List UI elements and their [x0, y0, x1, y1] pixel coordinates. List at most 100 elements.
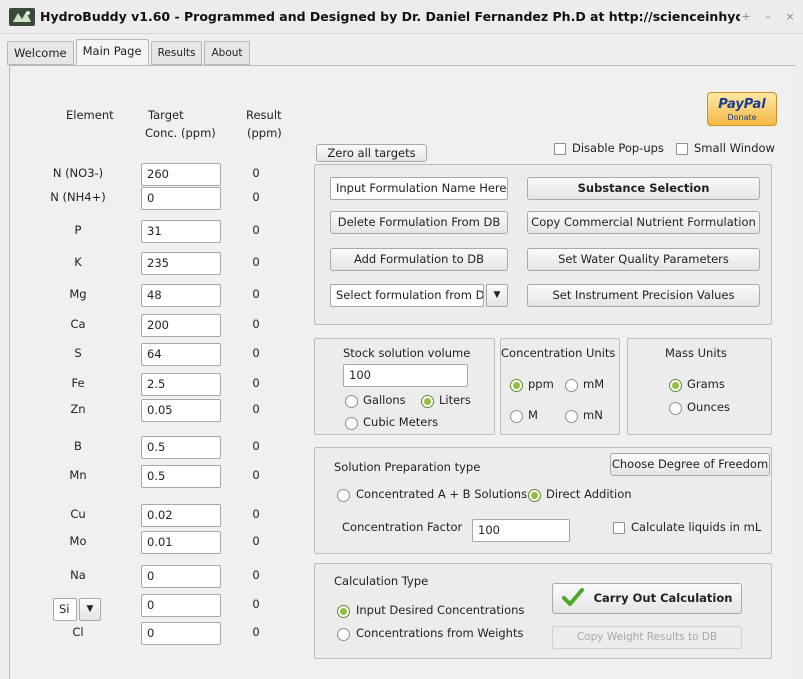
header-element: Element: [66, 108, 114, 122]
water-quality-button[interactable]: Set Water Quality Parameters: [527, 248, 760, 271]
cubic-meters-radio[interactable]: [345, 417, 358, 430]
result-value: 0: [252, 287, 260, 301]
direct-addition-radio[interactable]: [528, 489, 541, 502]
result-value: 0: [252, 317, 260, 331]
target-concentration-input[interactable]: 0.01: [141, 531, 221, 554]
target-concentration-input[interactable]: 2.5: [141, 373, 221, 396]
close-icon[interactable]: ×: [783, 10, 797, 23]
cubic-meters-label: Cubic Meters: [363, 415, 439, 429]
liters-radio[interactable]: [421, 395, 434, 408]
target-concentration-input[interactable]: 200: [141, 314, 221, 337]
target-concentration-input[interactable]: 0.5: [141, 436, 221, 459]
mm-radio[interactable]: [565, 379, 578, 392]
molar-radio[interactable]: [510, 410, 523, 423]
target-concentration-input[interactable]: 31: [141, 220, 221, 243]
concentration-factor-input[interactable]: 100: [472, 519, 570, 542]
tab-main-page[interactable]: Main Page: [75, 39, 149, 65]
result-value: 0: [252, 190, 260, 204]
result-value: 0: [252, 568, 260, 582]
target-concentration-input[interactable]: 0.5: [141, 465, 221, 488]
ppm-label: ppm: [528, 377, 554, 391]
add-formulation-button[interactable]: Add Formulation to DB: [330, 248, 508, 271]
chevron-down-icon: ▼: [493, 290, 501, 300]
calculate-liquids-ml-checkbox[interactable]: [613, 522, 625, 534]
formulation-db-select[interactable]: Select formulation from DB: [330, 284, 484, 307]
target-concentration-input[interactable]: 235: [141, 252, 221, 275]
element-name: Mo: [69, 534, 87, 548]
formulation-db-dropdown[interactable]: ▼: [486, 284, 508, 307]
ounces-label: Ounces: [687, 400, 731, 414]
tab-bar: Welcome Main Page Results About: [7, 39, 252, 65]
copy-weight-results-button[interactable]: Copy Weight Results to DB: [552, 626, 742, 649]
degree-of-freedom-button[interactable]: Choose Degree of Freedom: [610, 453, 770, 476]
result-value: 0: [252, 223, 260, 237]
element-name: P: [74, 223, 82, 237]
target-concentration-input[interactable]: 0.02: [141, 504, 221, 527]
paypal-donate-button[interactable]: PayPal Donate: [707, 92, 777, 126]
gallons-radio[interactable]: [345, 395, 358, 408]
mm-label: mM: [583, 377, 605, 391]
instrument-precision-button[interactable]: Set Instrument Precision Values: [527, 284, 760, 307]
header-target-line2: Conc. (ppm): [145, 126, 216, 140]
element-name: Zn: [70, 402, 86, 416]
grams-label: Grams: [687, 377, 725, 391]
element-name: B: [74, 439, 82, 453]
copy-commercial-formulation-button[interactable]: Copy Commercial Nutrient Formulation: [527, 211, 760, 234]
target-concentration-input[interactable]: 0.05: [141, 399, 221, 422]
target-concentration-input[interactable]: 260: [141, 163, 221, 186]
result-value: 0: [252, 402, 260, 416]
small-window-checkbox[interactable]: [676, 143, 688, 155]
target-concentration-input[interactable]: 48: [141, 284, 221, 307]
zero-all-targets-button[interactable]: Zero all targets: [316, 144, 427, 162]
si-selector-value: Si: [53, 598, 77, 621]
target-concentration-input[interactable]: 0: [141, 187, 221, 210]
ppm-radio[interactable]: [510, 379, 523, 392]
target-concentration-input[interactable]: 0: [141, 622, 221, 645]
element-name: Na: [70, 568, 86, 582]
formulation-name-input[interactable]: Input Formulation Name Here: [330, 177, 508, 200]
disable-popups-label: Disable Pop-ups: [572, 141, 664, 155]
element-name: Mg: [69, 287, 87, 301]
paypal-logo: PayPal: [718, 97, 766, 112]
result-value: 0: [252, 534, 260, 548]
from-weights-radio[interactable]: [337, 628, 350, 641]
app-logo-icon: [9, 8, 35, 26]
header-target-line1: Target: [148, 108, 184, 122]
disable-popups-checkbox[interactable]: [554, 143, 566, 155]
title-bar: HydroBuddy v1.60 - Programmed and Design…: [0, 0, 803, 34]
delete-formulation-button[interactable]: Delete Formulation From DB: [330, 211, 508, 234]
chevron-down-icon: ▼: [86, 604, 94, 614]
result-value: 0: [252, 376, 260, 390]
target-concentration-input[interactable]: 0: [141, 594, 221, 617]
tab-welcome[interactable]: Welcome: [7, 41, 74, 65]
window-title: HydroBuddy v1.60 - Programmed and Design…: [40, 9, 740, 24]
stock-solution-title: Stock solution volume: [343, 346, 471, 360]
grams-radio[interactable]: [669, 379, 682, 392]
result-value: 0: [252, 597, 260, 611]
element-name: Fe: [71, 376, 85, 390]
element-name: N (NO3-): [52, 166, 104, 180]
concentrated-ab-radio[interactable]: [337, 489, 350, 502]
ounces-radio[interactable]: [669, 402, 682, 415]
maximize-icon[interactable]: +: [739, 10, 753, 23]
substance-selection-button[interactable]: Substance Selection: [527, 177, 760, 200]
carry-out-calculation-label: Carry Out Calculation: [593, 591, 733, 605]
tab-results[interactable]: Results: [150, 41, 203, 65]
checkmark-icon: [561, 588, 584, 606]
result-value: 0: [252, 255, 260, 269]
liters-label: Liters: [439, 393, 471, 407]
input-desired-label: Input Desired Concentrations: [356, 603, 525, 617]
mn-radio[interactable]: [565, 410, 578, 423]
tab-about[interactable]: About: [204, 41, 250, 65]
paypal-donate-label: Donate: [727, 113, 757, 122]
direct-addition-label: Direct Addition: [546, 487, 632, 501]
result-value: 0: [252, 507, 260, 521]
target-concentration-input[interactable]: 64: [141, 343, 221, 366]
si-selector-dropdown[interactable]: ▼: [79, 598, 101, 621]
carry-out-calculation-button[interactable]: Carry Out Calculation: [552, 583, 742, 614]
result-value: 0: [252, 166, 260, 180]
minimize-icon[interactable]: –: [761, 10, 775, 23]
stock-volume-input[interactable]: 100: [343, 364, 468, 387]
target-concentration-input[interactable]: 0: [141, 565, 221, 588]
input-desired-radio[interactable]: [337, 605, 350, 618]
